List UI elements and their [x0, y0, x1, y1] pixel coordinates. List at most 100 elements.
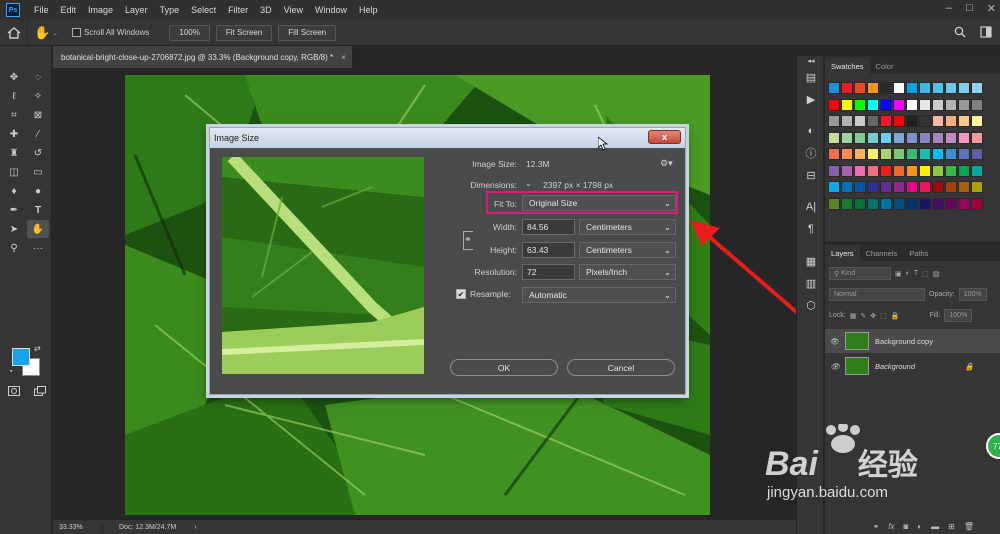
layer-row-background[interactable]: 👁 Background 🔒 [825, 354, 1000, 378]
menu-edit[interactable]: Edit [55, 5, 83, 15]
swatch-cell[interactable] [828, 131, 840, 144]
menu-type[interactable]: Type [154, 5, 186, 15]
fill-screen-button[interactable]: Fill Screen [278, 24, 337, 41]
swatch-cell[interactable] [867, 82, 879, 94]
filter-type-icon[interactable]: T [914, 270, 918, 277]
menu-file[interactable]: File [28, 5, 55, 15]
swatch-cell[interactable] [906, 164, 918, 177]
menu-window[interactable]: Window [309, 5, 353, 15]
new-layer-icon[interactable]: ⊞ [948, 522, 955, 531]
home-icon[interactable] [0, 19, 28, 46]
workspace-icon[interactable] [980, 26, 992, 40]
swatch-cell[interactable] [932, 197, 944, 210]
swatch-cell[interactable] [828, 181, 840, 193]
menu-select[interactable]: Select [185, 5, 222, 15]
swatch-cell[interactable] [971, 98, 983, 111]
swatch-cell[interactable] [919, 98, 931, 111]
swatch-cell[interactable] [919, 115, 931, 127]
swap-colors-icon[interactable]: ⇄ [34, 344, 41, 353]
crop-tool-icon[interactable]: ⌗ [3, 106, 25, 124]
swatch-cell[interactable] [880, 82, 892, 94]
swatch-cell[interactable] [828, 82, 840, 94]
swatch-cell[interactable] [958, 82, 970, 94]
swatch-cell[interactable] [945, 181, 957, 193]
swatch-cell[interactable] [932, 115, 944, 127]
opacity-input[interactable]: 100% [958, 288, 987, 301]
swatch-cell[interactable] [945, 115, 957, 127]
maximize-icon[interactable]: □ [966, 2, 973, 15]
swatch-cell[interactable] [841, 148, 853, 160]
swatch-cell[interactable] [906, 131, 918, 144]
swatch-cell[interactable] [854, 82, 866, 94]
swatch-cell[interactable] [854, 197, 866, 210]
add-mask-icon[interactable]: ◙ [903, 522, 908, 531]
character-icon[interactable]: A| [797, 196, 825, 218]
swatch-cell[interactable] [958, 181, 970, 193]
swatch-cell[interactable] [893, 148, 905, 160]
swatch-cell[interactable] [854, 181, 866, 193]
adjustment-layer-icon[interactable]: ◐ [917, 522, 922, 531]
menu-layer[interactable]: Layer [119, 5, 154, 15]
swatch-cell[interactable] [945, 148, 957, 160]
magic-wand-icon[interactable]: ✧ [27, 87, 49, 105]
path-selection-icon[interactable]: ➤ [3, 220, 25, 238]
swatch-cell[interactable] [958, 197, 970, 210]
brush-tool-icon[interactable]: ⁄ [27, 125, 49, 143]
image-preview[interactable] [222, 157, 424, 374]
healing-brush-icon[interactable]: ✚ [3, 125, 25, 143]
filter-kind-select[interactable]: ⚲ Kind [829, 267, 891, 280]
history-icon[interactable]: ▤ [797, 66, 825, 88]
link-layers-icon[interactable]: ⚭ [873, 522, 880, 531]
swatch-cell[interactable] [932, 131, 944, 144]
menu-filter[interactable]: Filter [222, 5, 254, 15]
swatch-cell[interactable] [958, 98, 970, 111]
swatch-cell[interactable] [867, 98, 879, 111]
dodge-tool-icon[interactable]: ● [27, 182, 49, 200]
close-document-icon[interactable]: × [341, 53, 346, 62]
search-icon[interactable] [954, 26, 966, 40]
swatch-cell[interactable] [841, 82, 853, 94]
swatch-cell[interactable] [854, 98, 866, 111]
resolution-input[interactable]: 72 [522, 264, 575, 280]
swatch-cell[interactable] [893, 98, 905, 111]
swatch-cell[interactable] [854, 148, 866, 160]
lock-transparent-icon[interactable]: ▦ [850, 312, 857, 320]
actions-play-icon[interactable]: ▶ [797, 88, 825, 110]
hand-tool-icon[interactable]: ✋ [27, 220, 49, 238]
swatch-cell[interactable] [919, 164, 931, 177]
fit-screen-button[interactable]: Fit Screen [215, 24, 273, 41]
type-tool-icon[interactable]: T [27, 201, 49, 219]
swatch-cell[interactable] [854, 131, 866, 144]
swatch-cell[interactable] [893, 82, 905, 94]
zoom-tool-icon[interactable]: ⚲ [3, 239, 25, 257]
adjustments-icon[interactable]: ◐ [797, 120, 825, 142]
fit-to-select[interactable]: Original Size ⌄ [522, 195, 676, 211]
swatch-cell[interactable] [971, 148, 983, 160]
swatch-cell[interactable] [932, 164, 944, 177]
tab-swatches[interactable]: Swatches [825, 58, 870, 74]
swatch-cell[interactable] [841, 98, 853, 111]
height-input[interactable]: 63.43 [522, 242, 575, 258]
frame-tool-icon[interactable]: ⊠ [27, 106, 49, 124]
ok-button[interactable]: OK [450, 359, 558, 376]
history-brush-icon[interactable]: ↺ [27, 144, 49, 162]
swatch-cell[interactable] [919, 197, 931, 210]
swatch-cell[interactable] [919, 181, 931, 193]
close-icon[interactable]: ✕ [987, 2, 996, 15]
move-tool-icon[interactable]: ✥ [3, 68, 25, 86]
swatch-cell[interactable] [841, 181, 853, 193]
width-input[interactable]: 84.56 [522, 219, 575, 235]
swatch-cell[interactable] [828, 148, 840, 160]
swatch-cell[interactable] [945, 98, 957, 111]
swatch-cell[interactable] [867, 148, 879, 160]
swatch-cell[interactable] [932, 98, 944, 111]
swatch-cell[interactable] [880, 164, 892, 177]
swatch-cell[interactable] [919, 148, 931, 160]
swatch-cell[interactable] [841, 164, 853, 177]
scroll-all-windows-checkbox[interactable]: Scroll All Windows [72, 28, 149, 37]
swatch-cell[interactable] [828, 164, 840, 177]
zoom-level[interactable]: 33.33% [53, 523, 103, 531]
default-colors-icon[interactable]: ▪ [10, 368, 12, 375]
swatch-cell[interactable] [945, 164, 957, 177]
menu-image[interactable]: Image [82, 5, 119, 15]
